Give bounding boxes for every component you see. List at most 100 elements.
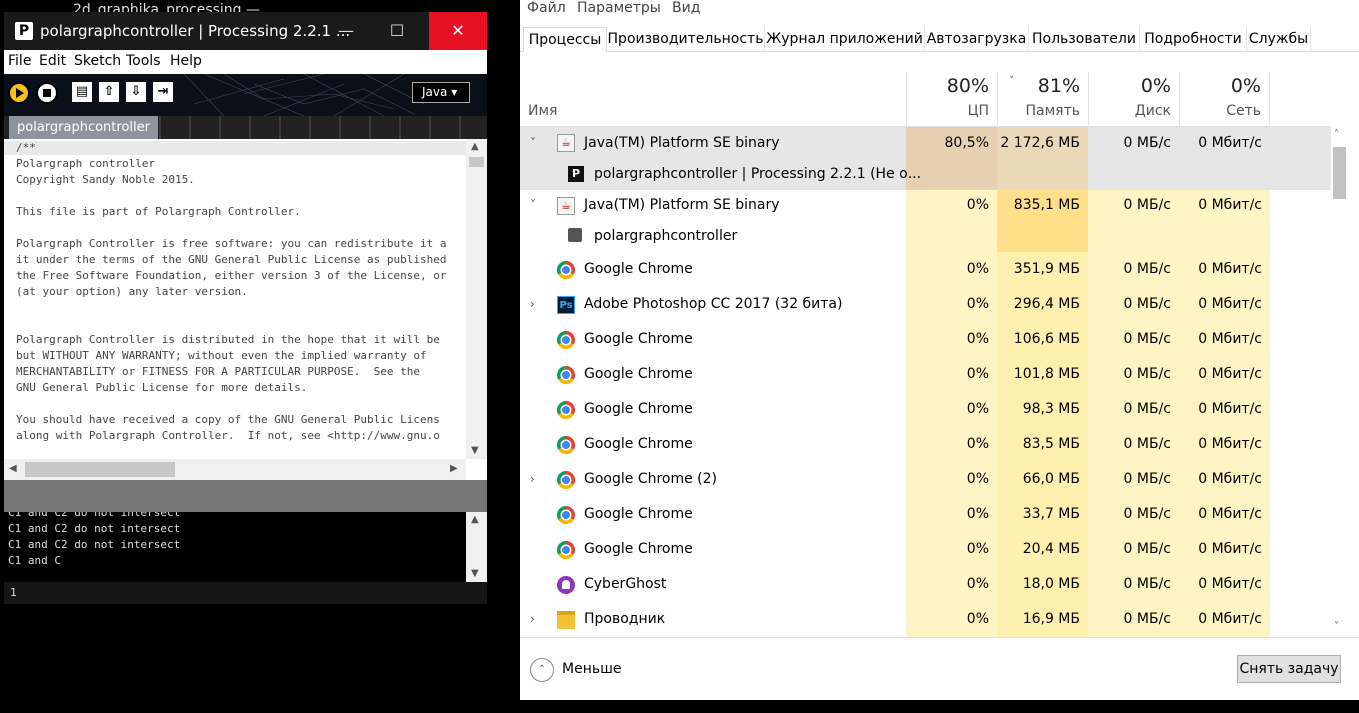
network-total: 0% [1230,75,1261,97]
editor-horizontal-scrollbar[interactable]: ◀ ▶ [4,459,466,480]
tab-processes[interactable]: Процессы [523,27,607,52]
chevron-down-icon[interactable]: ˅ [530,127,536,159]
table-row[interactable]: 0% 101,8 МБ 0 МБ/с 0 Мбит/с Google Chrome [520,357,1331,392]
process-name: Проводник [584,611,666,627]
menu-file-ru[interactable]: Файл [527,0,566,16]
cell-net: 0 Мбит/с [1179,287,1270,322]
console-output[interactable]: C1 and C2 do not intersect C1 and C2 do n… [4,512,466,582]
menu-tools[interactable]: Tools [126,53,161,69]
arrow-up-icon: ⇧ [103,84,115,99]
editor-vertical-scrollbar[interactable]: ▲ ▼ [466,139,487,459]
console-scroll-down-icon: ▼ [471,568,479,579]
stop-button[interactable] [36,82,58,104]
tab-details[interactable]: Подробности [1140,27,1247,52]
chevron-right-icon[interactable]: › [530,602,535,637]
sketch-tab[interactable]: polargraphcontroller [9,116,158,139]
processing-title-bar[interactable]: P polargraphcontroller | Processing 2.2.… [4,12,487,50]
process-name: Google Chrome [584,331,693,347]
editor-vscroll-thumb[interactable] [469,157,484,167]
cell-net: 0 Мбит/с [1179,127,1270,159]
tab-app-history[interactable]: Журнал приложений [765,27,925,52]
console-line: C1 and C [8,554,61,567]
process-name: Adobe Photoshop CC 2017 (32 бита) [584,296,843,312]
tab-startup[interactable]: Автозагрузка [925,27,1029,52]
tab-performance[interactable]: Производительность [607,27,765,52]
open-button[interactable]: ⇧ [99,82,119,102]
new-sketch-button[interactable]: ▤ [72,82,92,102]
table-row[interactable]: 0% 351,9 МБ 0 МБ/с 0 Мбит/с Google Chrome [520,252,1331,287]
column-disk[interactable]: 0% Диск [1088,72,1179,127]
minimize-button[interactable]: — [324,12,368,50]
taskmgr-tabs: Процессы Производительность Журнал прило… [520,27,1359,52]
cell-mem: 98,3 МБ [997,392,1088,427]
chevron-right-icon[interactable]: › [530,462,535,497]
code-line: it under the terms of the GNU General Pu… [16,253,447,266]
table-row[interactable]: 0% 33,7 МБ 0 МБ/с 0 Мбит/с Google Chrome [520,497,1331,532]
end-task-button[interactable]: Снять задачу [1237,655,1341,683]
table-row[interactable]: polargraphcontroller [520,221,1331,252]
fewer-details-link[interactable]: Меньше [562,661,622,677]
caret-down-icon: ▾ [451,85,458,99]
cell-cpu: 0% [906,602,997,637]
code-line: Polargraph Controller is free software: … [16,237,447,250]
menu-help[interactable]: Help [170,53,202,69]
menu-params[interactable]: Параметры [577,0,661,16]
tab-services[interactable]: Службы [1247,27,1311,52]
tab-users[interactable]: Пользователи [1029,27,1140,52]
table-row[interactable]: 0% 18,0 МБ 0 МБ/с 0 Мбит/с CyberGhost [520,567,1331,602]
menu-view[interactable]: Вид [672,0,700,16]
chevron-up-icon[interactable]: ˄ [530,658,554,682]
disk-total: 0% [1140,75,1171,97]
window-icon [568,227,582,242]
table-row[interactable]: Ppolargraphcontroller | Processing 2.2.1… [520,159,1331,190]
table-row[interactable]: 80,5% 2 172,6 МБ 0 МБ/с 0 Мбит/с ˅ ☕ Java(TM) … [520,127,1331,159]
cell-cpu: 0% [906,392,997,427]
mode-selector[interactable]: Java ▾ [412,82,470,103]
chrome-icon [557,260,575,279]
line-number: 1 [10,586,17,599]
editor-hscroll-thumb[interactable] [25,462,175,477]
menu-sketch[interactable]: Sketch [74,53,121,69]
process-name: CyberGhost [584,576,667,592]
cell-net: 0 Мбит/с [1179,602,1270,637]
close-button[interactable]: ✕ [429,12,487,50]
console-scroll-up-icon: ▲ [471,514,479,525]
scroll-down-icon: ▼ [471,445,479,456]
column-cpu[interactable]: 80% ЦП [906,72,997,127]
menu-edit[interactable]: Edit [39,53,66,69]
chevron-right-icon[interactable]: › [530,287,535,322]
code-line: along with Polargraph Controller. If not… [16,429,440,442]
maximize-button[interactable]: ☐ [375,12,419,50]
table-row[interactable]: 0% 835,1 МБ 0 МБ/с 0 Мбит/с ˅ ☕ Java(TM) Platf… [520,190,1331,221]
chevron-down-icon[interactable]: ˅ [530,190,536,221]
chrome-icon [557,540,575,559]
table-row[interactable]: 0% 66,0 МБ 0 МБ/с 0 Мбит/с › Google Chrome (2… [520,462,1331,497]
process-list-scroll-thumb[interactable] [1333,147,1346,199]
menu-file[interactable]: File [8,53,31,69]
save-button[interactable]: ⇩ [126,82,146,102]
export-button[interactable]: ⇥ [153,82,173,102]
cell-mem: 33,7 МБ [997,497,1088,532]
processing-window-title: polargraphcontroller | Processing 2.2.1 … [40,22,351,40]
cell-net: 0 Мбит/с [1179,357,1270,392]
table-row[interactable]: 0% 16,9 МБ 0 МБ/с 0 Мбит/с › Проводник [520,602,1331,637]
cell-cpu: 0% [906,462,997,497]
chrome-icon [557,505,575,524]
table-row[interactable]: 0% 83,5 МБ 0 МБ/с 0 Мбит/с Google Chrome [520,427,1331,462]
table-row[interactable]: 0% 20,4 МБ 0 МБ/с 0 Мбит/с Google Chrome [520,532,1331,567]
process-name: polargraphcontroller [594,228,738,244]
cell-mem [997,159,1088,190]
table-row[interactable]: 0% 296,4 МБ 0 МБ/с 0 Мбит/с › Ps Adobe Photosh… [520,287,1331,322]
console-scrollbar[interactable]: ▲ ▼ [466,512,487,582]
run-button[interactable] [8,82,30,104]
column-name[interactable]: Имя [528,103,557,119]
cell-mem: 351,9 МБ [997,252,1088,287]
table-row[interactable]: 0% 98,3 МБ 0 МБ/с 0 Мбит/с Google Chrome [520,392,1331,427]
column-network[interactable]: 0% Сеть [1179,72,1270,127]
cell-disk: 0 МБ/с [1088,287,1179,322]
code-editor[interactable]: /** Polargraph controller Copyright Sandy … [4,139,466,459]
chrome-icon [557,435,575,454]
process-list-scrollbar[interactable]: ˄ ˅ [1331,127,1348,637]
chrome-icon [557,365,575,384]
table-row[interactable]: 0% 106,6 МБ 0 МБ/с 0 Мбит/с Google Chrome [520,322,1331,357]
